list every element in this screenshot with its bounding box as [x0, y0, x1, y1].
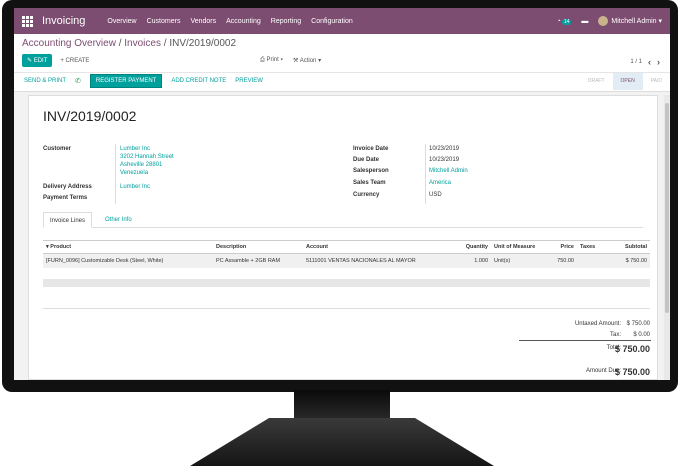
customer-street[interactable]: 3202 Hannah Street — [120, 154, 174, 160]
due-date-value[interactable]: 10/23/2019 — [429, 157, 459, 163]
add-credit-note-button[interactable]: ADD CREDIT NOTE — [171, 78, 226, 84]
amount-due-value: $ 750.00 — [614, 367, 650, 377]
chat-icon[interactable]: ▬ — [581, 18, 588, 25]
invoice-lines-table: ▾ Product Description Account Quantity U… — [43, 240, 650, 268]
col-account[interactable]: Account — [303, 240, 453, 254]
cell-price: 750.00 — [549, 253, 577, 268]
monitor-neck — [294, 390, 390, 420]
col-subtotal[interactable]: Subtotal — [607, 240, 650, 254]
salesperson-value[interactable]: Mitchell Admin — [429, 168, 468, 174]
customer-country[interactable]: Venezuela — [120, 170, 148, 176]
monitor-base — [190, 418, 494, 466]
delivery-label: Delivery Address — [43, 184, 92, 190]
menu-accounting[interactable]: Accounting — [226, 18, 261, 25]
monitor-frame: Invoicing Overview Customers Vendors Acc… — [2, 0, 678, 392]
avatar — [598, 16, 609, 26]
register-payment-button[interactable]: REGISTER PAYMENT — [89, 74, 163, 88]
create-button[interactable]: + CREATE — [60, 58, 89, 64]
user-menu[interactable]: Mitchell Admin ▾ — [598, 16, 662, 26]
pager-next-icon[interactable]: › — [657, 57, 660, 67]
col-uom[interactable]: Unit of Measure — [491, 240, 549, 254]
untaxed-value: $ 750.00 — [626, 321, 650, 327]
pager-value: 1 / 1 — [630, 59, 642, 65]
menu-vendors[interactable]: Vendors — [190, 18, 216, 25]
breadcrumb: Accounting Overview / Invoices / INV/201… — [22, 38, 237, 49]
cell-subtotal: $ 750.00 — [607, 253, 650, 268]
customer-city[interactable]: Asheville 28801 — [120, 162, 162, 168]
due-date-label: Due Date — [353, 157, 380, 163]
col-product[interactable]: ▾ Product — [43, 240, 213, 254]
menu-overview[interactable]: Overview — [107, 18, 136, 25]
total-separator — [519, 340, 651, 341]
stage-open: OPEN — [612, 73, 643, 90]
currency-label: Currency — [353, 192, 380, 198]
pager: 1 / 1 ‹ › — [630, 57, 660, 67]
status-stages: DRAFT OPEN PAID — [580, 73, 670, 90]
total-value: $ 750.00 — [614, 344, 650, 354]
menu-customers[interactable]: Customers — [147, 18, 181, 25]
col-description[interactable]: Description — [213, 240, 303, 254]
tax-value: $ 0.00 — [633, 332, 650, 338]
status-bar: SEND & PRINT ✆ REGISTER PAYMENT ADD CRED… — [14, 72, 670, 90]
print-dropdown[interactable]: ⎙ Print ▾ — [260, 57, 283, 64]
screen: Invoicing Overview Customers Vendors Acc… — [14, 8, 670, 380]
pager-prev-icon[interactable]: ‹ — [648, 57, 651, 67]
delivery-value[interactable]: Lumber Inc — [120, 184, 150, 190]
customer-label: Customer — [43, 146, 72, 152]
form-sheet: INV/2019/0002 Customer Lumber Inc 3202 H… — [28, 95, 658, 380]
send-print-button[interactable]: SEND & PRINT — [24, 78, 66, 84]
table-footer-row — [43, 279, 650, 287]
table-row[interactable]: [FURN_0096] Customizable Desk (Steel, Wh… — [43, 253, 650, 268]
col-price[interactable]: Price — [549, 240, 577, 254]
breadcrumb-root[interactable]: Accounting Overview — [22, 38, 116, 49]
preview-button[interactable]: PREVIEW — [235, 78, 263, 84]
customer-name[interactable]: Lumber Inc — [120, 146, 150, 152]
cell-product: [FURN_0096] Customizable Desk (Steel, Wh… — [43, 253, 213, 268]
whatsapp-icon[interactable]: ✆ — [75, 77, 81, 85]
action-dropdown[interactable]: ⚒ Action ▾ — [293, 57, 321, 64]
currency-value[interactable]: USD — [429, 192, 442, 198]
scrollbar[interactable] — [664, 95, 670, 380]
user-name: Mitchell Admin — [611, 17, 657, 25]
col-quantity[interactable]: Quantity — [453, 240, 491, 254]
cell-uom: Unit(s) — [491, 253, 549, 268]
invoice-number: INV/2019/0002 — [43, 108, 137, 124]
edit-button[interactable]: ✎ EDIT — [22, 54, 53, 67]
activity-icon[interactable]: ◔ 14 — [557, 18, 572, 25]
apps-grid-icon[interactable] — [20, 14, 34, 28]
tab-invoice-lines[interactable]: Invoice Lines — [43, 212, 93, 228]
payment-terms-label: Payment Terms — [43, 195, 88, 201]
tab-other-info[interactable]: Other Info — [99, 212, 138, 228]
divider — [43, 308, 650, 309]
breadcrumb-invoices[interactable]: Invoices — [124, 38, 161, 49]
activity-badge: 14 — [561, 18, 572, 25]
menu-reporting[interactable]: Reporting — [271, 18, 301, 25]
app-name: Invoicing — [42, 15, 86, 27]
invoice-date-label: Invoice Date — [353, 146, 389, 152]
stage-paid: PAID — [650, 78, 662, 84]
salesperson-label: Salesperson — [353, 168, 389, 174]
topbar-right: ◔ 14 ▬ Mitchell Admin ▾ — [557, 8, 662, 34]
breadcrumb-current: INV/2019/0002 — [169, 38, 237, 49]
invoice-date-value[interactable]: 10/23/2019 — [429, 146, 459, 152]
scrollbar-thumb[interactable] — [665, 103, 669, 313]
top-navbar: Invoicing Overview Customers Vendors Acc… — [14, 8, 670, 34]
sales-team-value[interactable]: America — [429, 180, 451, 186]
cell-taxes — [577, 253, 607, 268]
cell-account: 5111001 VENTAS NACIONALES AL MAYOR — [303, 253, 453, 268]
cell-quantity: 1.000 — [453, 253, 491, 268]
menu-configuration[interactable]: Configuration — [311, 18, 353, 25]
cell-description: PC Assamble + 2GB RAM — [213, 253, 303, 268]
col-taxes[interactable]: Taxes — [577, 240, 607, 254]
stage-draft: DRAFT — [587, 78, 605, 84]
sales-team-label: Sales Team — [353, 180, 386, 186]
table-header-row: ▾ Product Description Account Quantity U… — [43, 240, 650, 254]
form-tabs: Invoice Lines Other Info — [43, 212, 643, 228]
